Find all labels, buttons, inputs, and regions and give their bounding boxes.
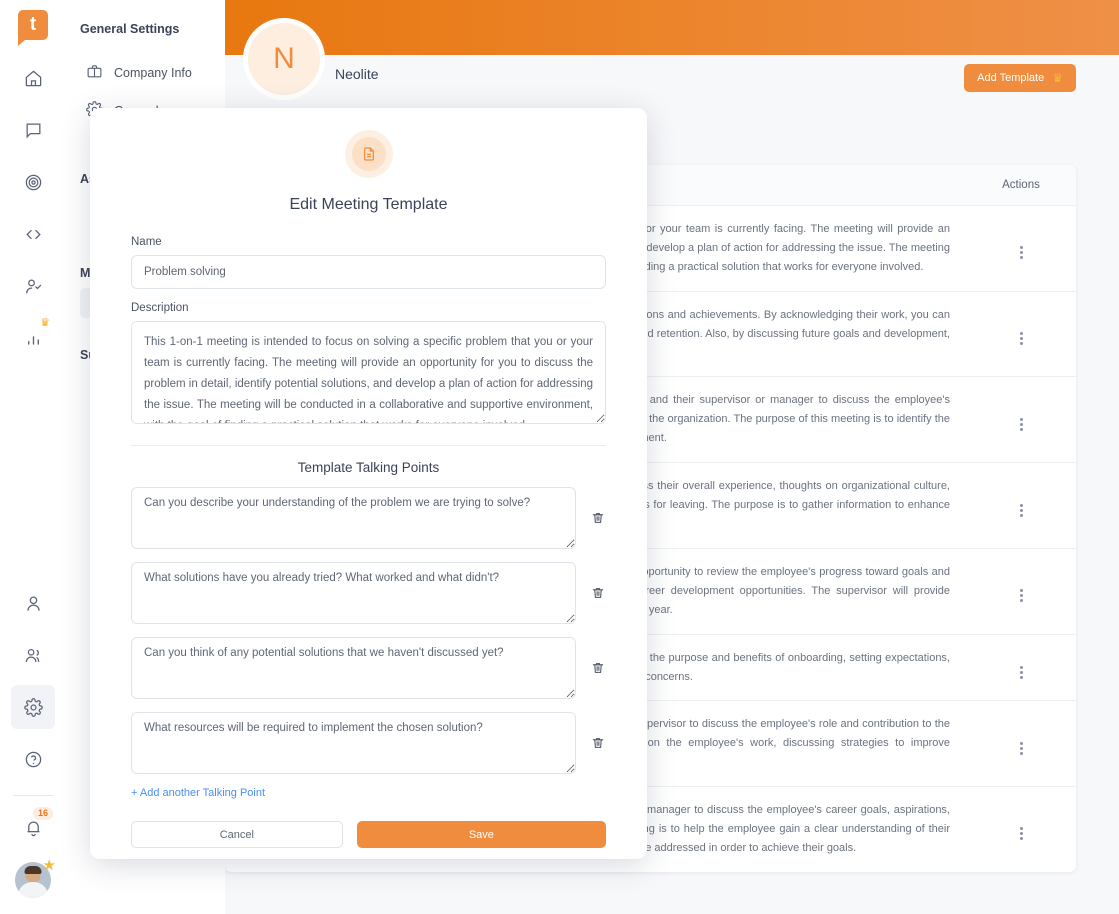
talking-point-row bbox=[131, 487, 606, 549]
bar-chart-icon[interactable]: ♛ bbox=[11, 316, 55, 360]
edit-meeting-template-modal: Edit Meeting Template Name Description T… bbox=[90, 108, 647, 859]
help-icon[interactable] bbox=[11, 737, 55, 781]
home-icon[interactable] bbox=[11, 56, 55, 100]
cell-actions bbox=[966, 634, 1076, 702]
cell-actions bbox=[966, 548, 1076, 635]
crown-icon: ♛ bbox=[1052, 71, 1063, 85]
notifications-bell[interactable]: 16 bbox=[11, 806, 55, 850]
org-avatar: N bbox=[243, 18, 325, 100]
briefcase-icon bbox=[86, 63, 103, 83]
trash-icon[interactable] bbox=[590, 661, 606, 675]
cell-actions bbox=[966, 462, 1076, 549]
rail-divider bbox=[13, 795, 53, 796]
row-menu-icon[interactable] bbox=[1019, 741, 1023, 755]
rail-bottom-icons: 16 ★ bbox=[0, 581, 66, 898]
description-textarea[interactable] bbox=[131, 321, 606, 424]
cell-actions bbox=[966, 787, 1076, 872]
row-menu-icon[interactable] bbox=[1019, 665, 1023, 679]
add-template-label: Add Template bbox=[977, 72, 1045, 84]
talking-point-row bbox=[131, 562, 606, 624]
org-cover-banner bbox=[225, 0, 1119, 55]
talking-point-textarea[interactable] bbox=[131, 487, 576, 549]
sidebar-item-company-info[interactable]: Company Info bbox=[80, 54, 225, 92]
gear-icon[interactable] bbox=[11, 685, 55, 729]
document-icon bbox=[351, 137, 386, 171]
page-title: Neolite bbox=[335, 66, 379, 82]
modal-title: Edit Meeting Template bbox=[289, 196, 448, 213]
row-menu-icon[interactable] bbox=[1019, 503, 1023, 517]
app-root: t ♛ 16 ★ General Settings Company Info N… bbox=[0, 0, 1119, 914]
app-logo[interactable]: t bbox=[18, 10, 48, 46]
talking-point-row bbox=[131, 637, 606, 699]
talking-point-textarea[interactable] bbox=[131, 637, 576, 699]
add-template-button[interactable]: Add Template ♛ bbox=[964, 64, 1076, 92]
target-icon[interactable] bbox=[11, 160, 55, 204]
chat-icon[interactable] bbox=[11, 108, 55, 152]
row-menu-icon[interactable] bbox=[1019, 589, 1023, 603]
row-menu-icon[interactable] bbox=[1019, 246, 1023, 260]
talking-point-textarea[interactable] bbox=[131, 712, 576, 774]
talking-point-textarea[interactable] bbox=[131, 562, 576, 624]
cancel-button[interactable]: Cancel bbox=[131, 821, 343, 848]
code-icon[interactable] bbox=[11, 212, 55, 256]
talking-point-row bbox=[131, 712, 606, 774]
cell-actions bbox=[966, 291, 1076, 378]
talking-points-list bbox=[131, 487, 606, 774]
user-check-icon[interactable] bbox=[11, 264, 55, 308]
star-badge-icon: ★ bbox=[42, 857, 56, 874]
cell-actions bbox=[966, 205, 1076, 292]
user-avatar-wrapper[interactable]: ★ bbox=[15, 858, 56, 898]
trash-icon[interactable] bbox=[590, 736, 606, 750]
rail-primary-icons: ♛ bbox=[11, 56, 55, 368]
org-initial: N bbox=[273, 42, 295, 75]
name-input[interactable] bbox=[131, 255, 606, 289]
description-label: Description bbox=[131, 302, 189, 314]
name-field-row: Name bbox=[131, 236, 606, 289]
modal-icon-ring bbox=[344, 130, 393, 178]
crown-badge-icon: ♛ bbox=[40, 317, 50, 329]
settings-panel-title: General Settings bbox=[80, 22, 180, 36]
description-field-row: Description bbox=[131, 302, 606, 429]
sidebar-item-label: Company Info bbox=[114, 66, 192, 80]
column-actions: Actions bbox=[966, 165, 1076, 206]
cell-actions bbox=[966, 376, 1076, 464]
user-icon[interactable] bbox=[11, 581, 55, 625]
talking-points-title: Template Talking Points bbox=[297, 460, 440, 475]
save-button[interactable]: Save bbox=[356, 821, 606, 848]
logo-letter: t bbox=[29, 14, 37, 35]
row-menu-icon[interactable] bbox=[1019, 827, 1023, 841]
row-menu-icon[interactable] bbox=[1019, 417, 1023, 431]
left-icon-rail: t ♛ 16 ★ bbox=[0, 0, 66, 914]
users-icon[interactable] bbox=[11, 633, 55, 677]
add-talking-point-link[interactable]: + Add another Talking Point bbox=[131, 787, 606, 799]
row-menu-icon[interactable] bbox=[1019, 332, 1023, 346]
notification-count-badge: 16 bbox=[32, 807, 53, 820]
trash-icon[interactable] bbox=[590, 586, 606, 600]
modal-divider bbox=[131, 445, 606, 446]
name-label: Name bbox=[131, 236, 162, 248]
trash-icon[interactable] bbox=[590, 511, 606, 525]
modal-footer: Cancel Save bbox=[131, 821, 606, 848]
cell-actions bbox=[966, 700, 1076, 788]
